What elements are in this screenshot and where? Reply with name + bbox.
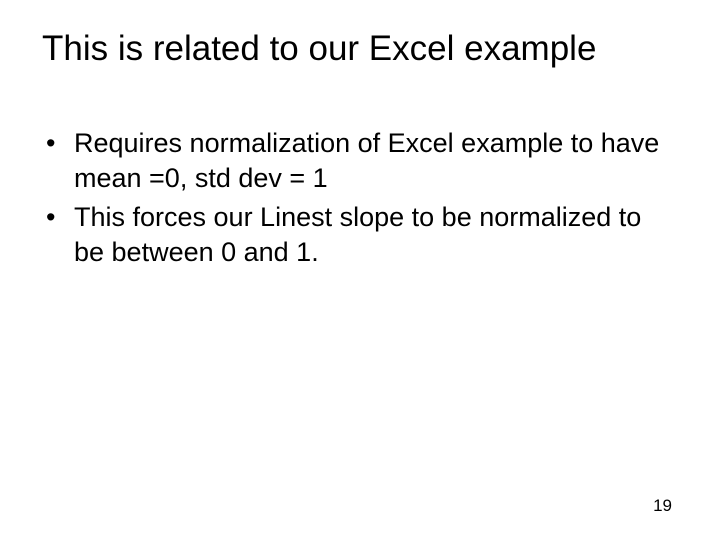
bullet-item: Requires normalization of Excel example … bbox=[42, 126, 678, 196]
slide-container: This is related to our Excel example Req… bbox=[0, 0, 720, 540]
bullet-item: This forces our Linest slope to be norma… bbox=[42, 200, 678, 270]
page-number: 19 bbox=[653, 496, 672, 516]
bullet-list: Requires normalization of Excel example … bbox=[42, 126, 678, 270]
slide-title: This is related to our Excel example bbox=[42, 28, 678, 70]
